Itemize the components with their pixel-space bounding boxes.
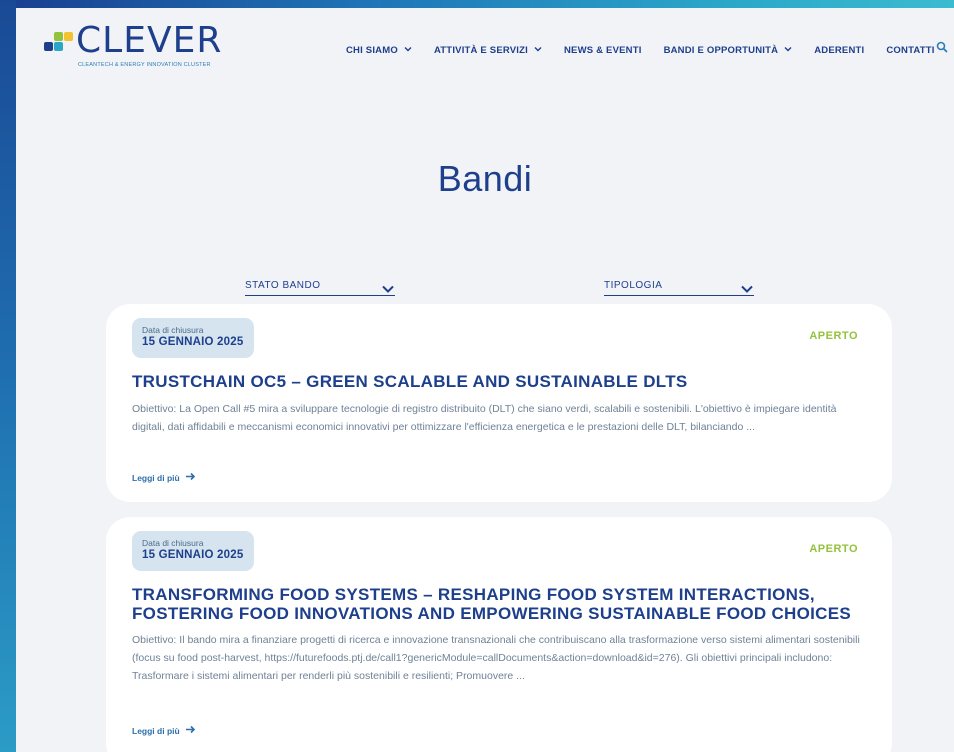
closing-date-label: Data di chiusura [142,325,204,335]
read-more-link[interactable]: Leggi di più [132,472,196,484]
logo-square-blue [44,42,53,51]
bando-description: Obiettivo: La Open Call #5 mira a svilup… [132,403,837,433]
closing-date-value: 15 GENNAIO 2025 [142,549,244,561]
read-more-link[interactable]: Leggi di più [132,725,196,737]
bando-title[interactable]: TRUSTCHAIN OC5 – GREEN SCALABLE AND SUST… [132,372,862,391]
filter-label: STATO BANDO [245,280,321,291]
bando-card[interactable]: Data di chiusura 15 GENNAIO 2025 APERTO … [106,517,892,752]
closing-date-value: 15 GENNAIO 2025 [142,336,244,348]
nav-item-label: BANDI E OPPORTUNITÀ [663,44,779,56]
nav-item-label: NEWS & EVENTI [564,44,642,56]
logo-square-cyan [54,42,63,51]
nav-item-bandi-opportunita[interactable]: BANDI E OPPORTUNITÀ [664,45,793,56]
bando-card[interactable]: Data di chiusura 15 GENNAIO 2025 APERTO … [106,304,892,502]
logo-square-yellow [64,32,73,41]
site-header: CLEVER CLEANTECH & ENERGY INNOVATION CLU… [16,8,954,78]
chevron-down-icon [381,281,395,293]
nav-item-contatti[interactable]: CONTATTI [886,45,934,56]
nav-item-label: CONTATTI [886,44,935,56]
page-title: Bandi [437,158,533,199]
bando-description: Obiettivo: Il bando mira a finanziare pr… [132,634,860,682]
page-frame: CLEVER CLEANTECH & ENERGY INNOVATION CLU… [16,8,954,752]
logo-square-green [54,32,63,41]
nav-item-aderenti[interactable]: ADERENTI [814,45,864,56]
closing-date-badge: Data di chiusura 15 GENNAIO 2025 [132,531,254,571]
nav-item-chi-siamo[interactable]: CHI SIAMO [346,45,412,56]
chevron-down-icon [534,46,542,54]
side-gradient-bar [0,0,16,752]
filter-tipologia[interactable]: TIPOLOGIA [604,276,754,296]
nav-item-attivita-servizi[interactable]: ATTIVITÀ E SERVIZI [434,45,542,56]
status-badge: APERTO [809,543,858,555]
nav-item-label: ADERENTI [814,44,865,56]
chevron-down-icon [404,46,412,54]
filter-stato-bando[interactable]: STATO BANDO [245,276,395,296]
nav-item-label: CHI SIAMO [346,44,398,56]
clever-logo[interactable]: CLEVER CLEANTECH & ENERGY INNOVATION CLU… [40,20,223,68]
nav-item-label: ATTIVITÀ E SERVIZI [433,44,528,56]
filter-label: TIPOLOGIA [604,280,663,291]
chevron-down-icon [740,281,754,293]
top-gradient-bar [0,0,954,8]
main-nav: CHI SIAMO ATTIVITÀ E SERVIZI NEWS & EVEN… [346,42,954,58]
nav-item-news-eventi[interactable]: NEWS & EVENTI [564,45,642,56]
arrow-right-icon [185,472,196,484]
read-more-label: Leggi di più [132,473,180,483]
closing-date-badge: Data di chiusura 15 GENNAIO 2025 [132,318,254,358]
search-icon[interactable] [936,40,950,54]
arrow-right-icon [185,725,196,737]
status-badge: APERTO [809,330,858,342]
chevron-down-icon [784,46,792,54]
logo-wordmark: CLEVER [76,20,223,61]
bando-title[interactable]: TRANSFORMING FOOD SYSTEMS – RESHAPING FO… [132,585,862,623]
read-more-label: Leggi di più [132,726,180,736]
closing-date-label: Data di chiusura [142,538,204,548]
logo-tagline: CLEANTECH & ENERGY INNOVATION CLUSTER [78,62,211,68]
